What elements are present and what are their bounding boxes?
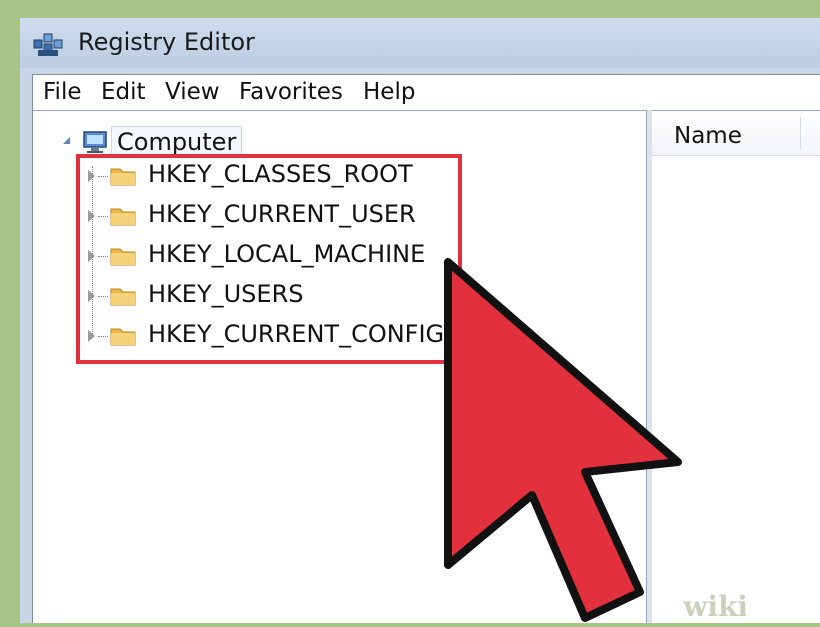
column-header[interactable]: Name <box>652 111 820 156</box>
column-divider[interactable] <box>800 117 801 149</box>
computer-icon <box>83 131 107 153</box>
menu-view[interactable]: View <box>165 79 220 105</box>
menu-file[interactable]: File <box>43 79 82 105</box>
wikihow-watermark: wiki How <box>630 585 820 627</box>
column-header-name[interactable]: Name <box>674 123 742 149</box>
menu-bar: File Edit View Favorites Help <box>32 74 820 111</box>
menu-help[interactable]: Help <box>363 79 415 105</box>
watermark-how: How <box>744 590 814 623</box>
menu-favorites[interactable]: Favorites <box>239 79 343 105</box>
collapse-arrow-icon[interactable] <box>63 137 70 144</box>
watermark-wiki: wiki <box>683 590 748 623</box>
window-title: Registry Editor <box>78 28 255 56</box>
title-bar[interactable]: Registry Editor <box>20 18 820 68</box>
highlight-box <box>76 154 462 364</box>
values-list-pane[interactable]: Name <box>652 110 820 623</box>
menu-edit[interactable]: Edit <box>101 79 146 105</box>
registry-editor-icon <box>33 33 63 56</box>
